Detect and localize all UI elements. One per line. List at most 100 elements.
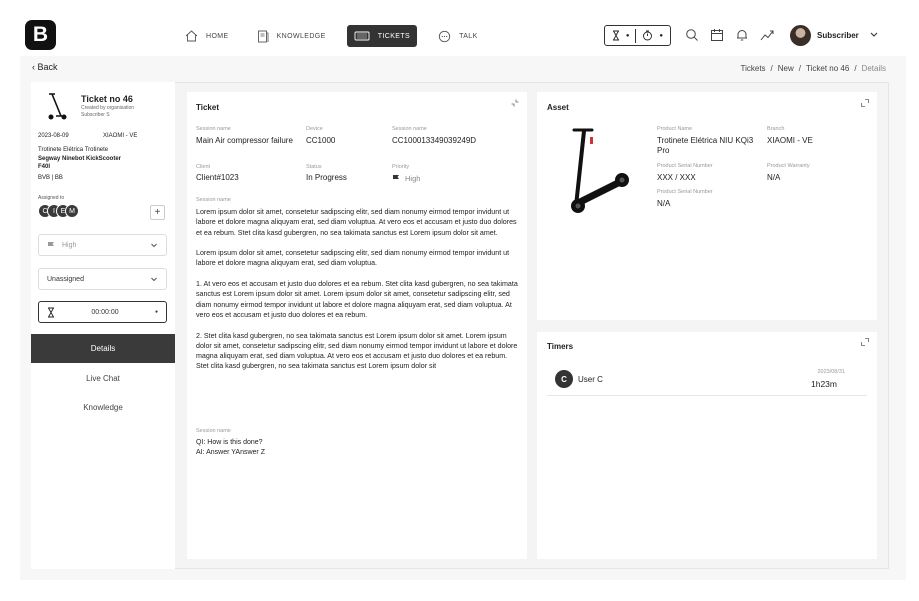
nav-tickets[interactable]: TICKETS [346,25,418,47]
calendar-icon[interactable] [710,28,724,42]
timer-user: User C [578,375,603,384]
breadcrumb-tickets[interactable]: Tickets [741,64,766,73]
timer-value: 00:00:00 [91,308,119,316]
chat-icon [438,30,451,42]
nav-knowledge-label: KNOWLEDGE [276,32,326,40]
priority-value: High [62,241,77,249]
created-by: Created by organisation Subscriber S [81,105,135,118]
home-icon [185,30,198,42]
back-label: Back [37,62,58,72]
timer-date: 2023/08/31 [817,369,845,375]
search-icon[interactable] [685,28,699,42]
field-label: Product Serial Number [657,163,713,169]
qa-block: QI: How is this done? AI: Answer YAnswer… [196,438,265,458]
user-name[interactable]: Subscriber [817,31,859,40]
question-text: QI: How is this done? [196,439,263,446]
bell-icon[interactable] [735,28,749,42]
field-label: Priority [392,164,410,170]
dropdown-dot-icon: ● [659,32,663,39]
field-label: Product Name [657,126,693,132]
timer-row[interactable]: C User C 2023/08/31 1h23m [547,365,867,396]
field-label: Branch [767,126,785,132]
description-list-item: 2. Stet clita kasd gubergren, no sea tak… [196,331,518,371]
avatar: C [555,370,573,388]
top-bar: B HOME KNOWLEDGE TICKETS TALK ● ● Subscr… [0,0,919,56]
asset-serial: XXX / XXX [657,173,696,182]
timers-panel-title: Timers [547,342,574,351]
hourglass-icon [48,307,54,317]
tab-knowledge[interactable]: Knowledge [31,393,175,422]
asset-warranty: N/A [767,173,781,182]
description-paragraph: Lorem ipsum dolor sit amet, consetetur s… [196,208,517,237]
field-label: Device [306,126,323,132]
chevron-down-icon[interactable] [869,29,879,39]
tab-live-chat[interactable]: Live Chat [31,364,175,393]
add-assignee-button[interactable]: + [150,205,165,220]
dropdown-dot-icon: ● [625,32,630,39]
priority-select[interactable]: High [38,234,167,256]
nav-talk[interactable]: TALK [431,25,485,47]
app-logo[interactable]: B [25,20,56,50]
divider [635,28,637,43]
breadcrumb-separator: / [770,64,773,73]
description-paragraph: Lorem ipsum dolor sit amet, consetetur s… [196,249,510,268]
field-label: Status [306,164,322,170]
tab-details[interactable]: Details [31,334,175,363]
assignee-list: C I E M [38,204,79,218]
nav-knowledge[interactable]: KNOWLEDGE [250,25,333,47]
device-value: CC1000 [306,136,336,145]
assigned-label: Assigned to [38,195,65,201]
breadcrumb-new[interactable]: New [778,64,794,73]
asset-product-name: Trotinete Elétrica NIU KQi3 Pro [657,136,754,155]
field-label: Client [196,164,211,170]
field-label: Session name [196,126,231,132]
expand-icon[interactable] [861,99,869,107]
scooter-thumbnail [48,93,67,120]
ticket-brand: XIAOMI - VE [103,133,138,139]
nav-tickets-label: TICKETS [377,32,411,40]
stopwatch-icon [643,30,653,41]
chevron-down-icon [151,277,157,282]
timer-duration: 1h23m [811,379,837,389]
field-label: Product Serial Number [657,189,713,195]
avatar[interactable] [790,25,811,46]
collapse-icon[interactable] [511,99,519,107]
ticket-icon [354,31,370,41]
assignment-value: Unassigned [47,275,84,283]
field-label: Product Warranty [767,163,810,169]
asset-serial-2: N/A [657,199,671,208]
timer-toggle[interactable]: ● ● [604,25,671,46]
breadcrumb-current: Details [861,64,886,73]
asset-panel-title: Asset [547,103,569,112]
back-link[interactable]: ‹ Back [32,62,58,72]
product-name: Segway Ninebot KickScooter F40I [38,156,122,170]
book-icon [257,30,269,42]
serial-value: CC100013349039249D [392,136,477,145]
nav-talk-label: TALK [459,32,478,40]
asset-image [550,122,648,222]
assignment-select[interactable]: Unassigned [38,268,167,290]
assignee-avatar[interactable]: M [65,204,79,218]
status-value: In Progress [306,173,347,182]
timer-control[interactable]: 00:00:00 ● [38,301,167,323]
ticket-panel-title: Ticket [196,103,219,112]
main-nav: HOME KNOWLEDGE TICKETS TALK [178,25,499,47]
nav-home-label: HOME [206,32,229,40]
body-label: Session name [196,197,231,203]
breadcrumb-separator: / [798,64,802,73]
session-description: Lorem ipsum dolor sit amet, consetetur s… [196,207,518,382]
description-list-item: 1. At vero eos et accusam et justo duo d… [196,280,518,319]
breadcrumb-separator: / [854,64,857,73]
analytics-icon[interactable] [760,28,774,42]
hourglass-icon [612,30,619,41]
field-label: Session name [392,126,427,132]
breadcrumb: Tickets / New / Ticket no 46 / Details [741,64,887,73]
ticket-number: Ticket no 46 [81,94,133,104]
nav-home[interactable]: HOME [178,25,236,47]
breadcrumb-ticket[interactable]: Ticket no 46 [806,64,849,73]
flag-icon [48,241,54,250]
expand-icon[interactable] [861,338,869,346]
flag-icon [393,175,399,183]
timer-menu-icon[interactable]: ● [155,309,158,315]
chevron-left-icon: ‹ [32,62,35,72]
